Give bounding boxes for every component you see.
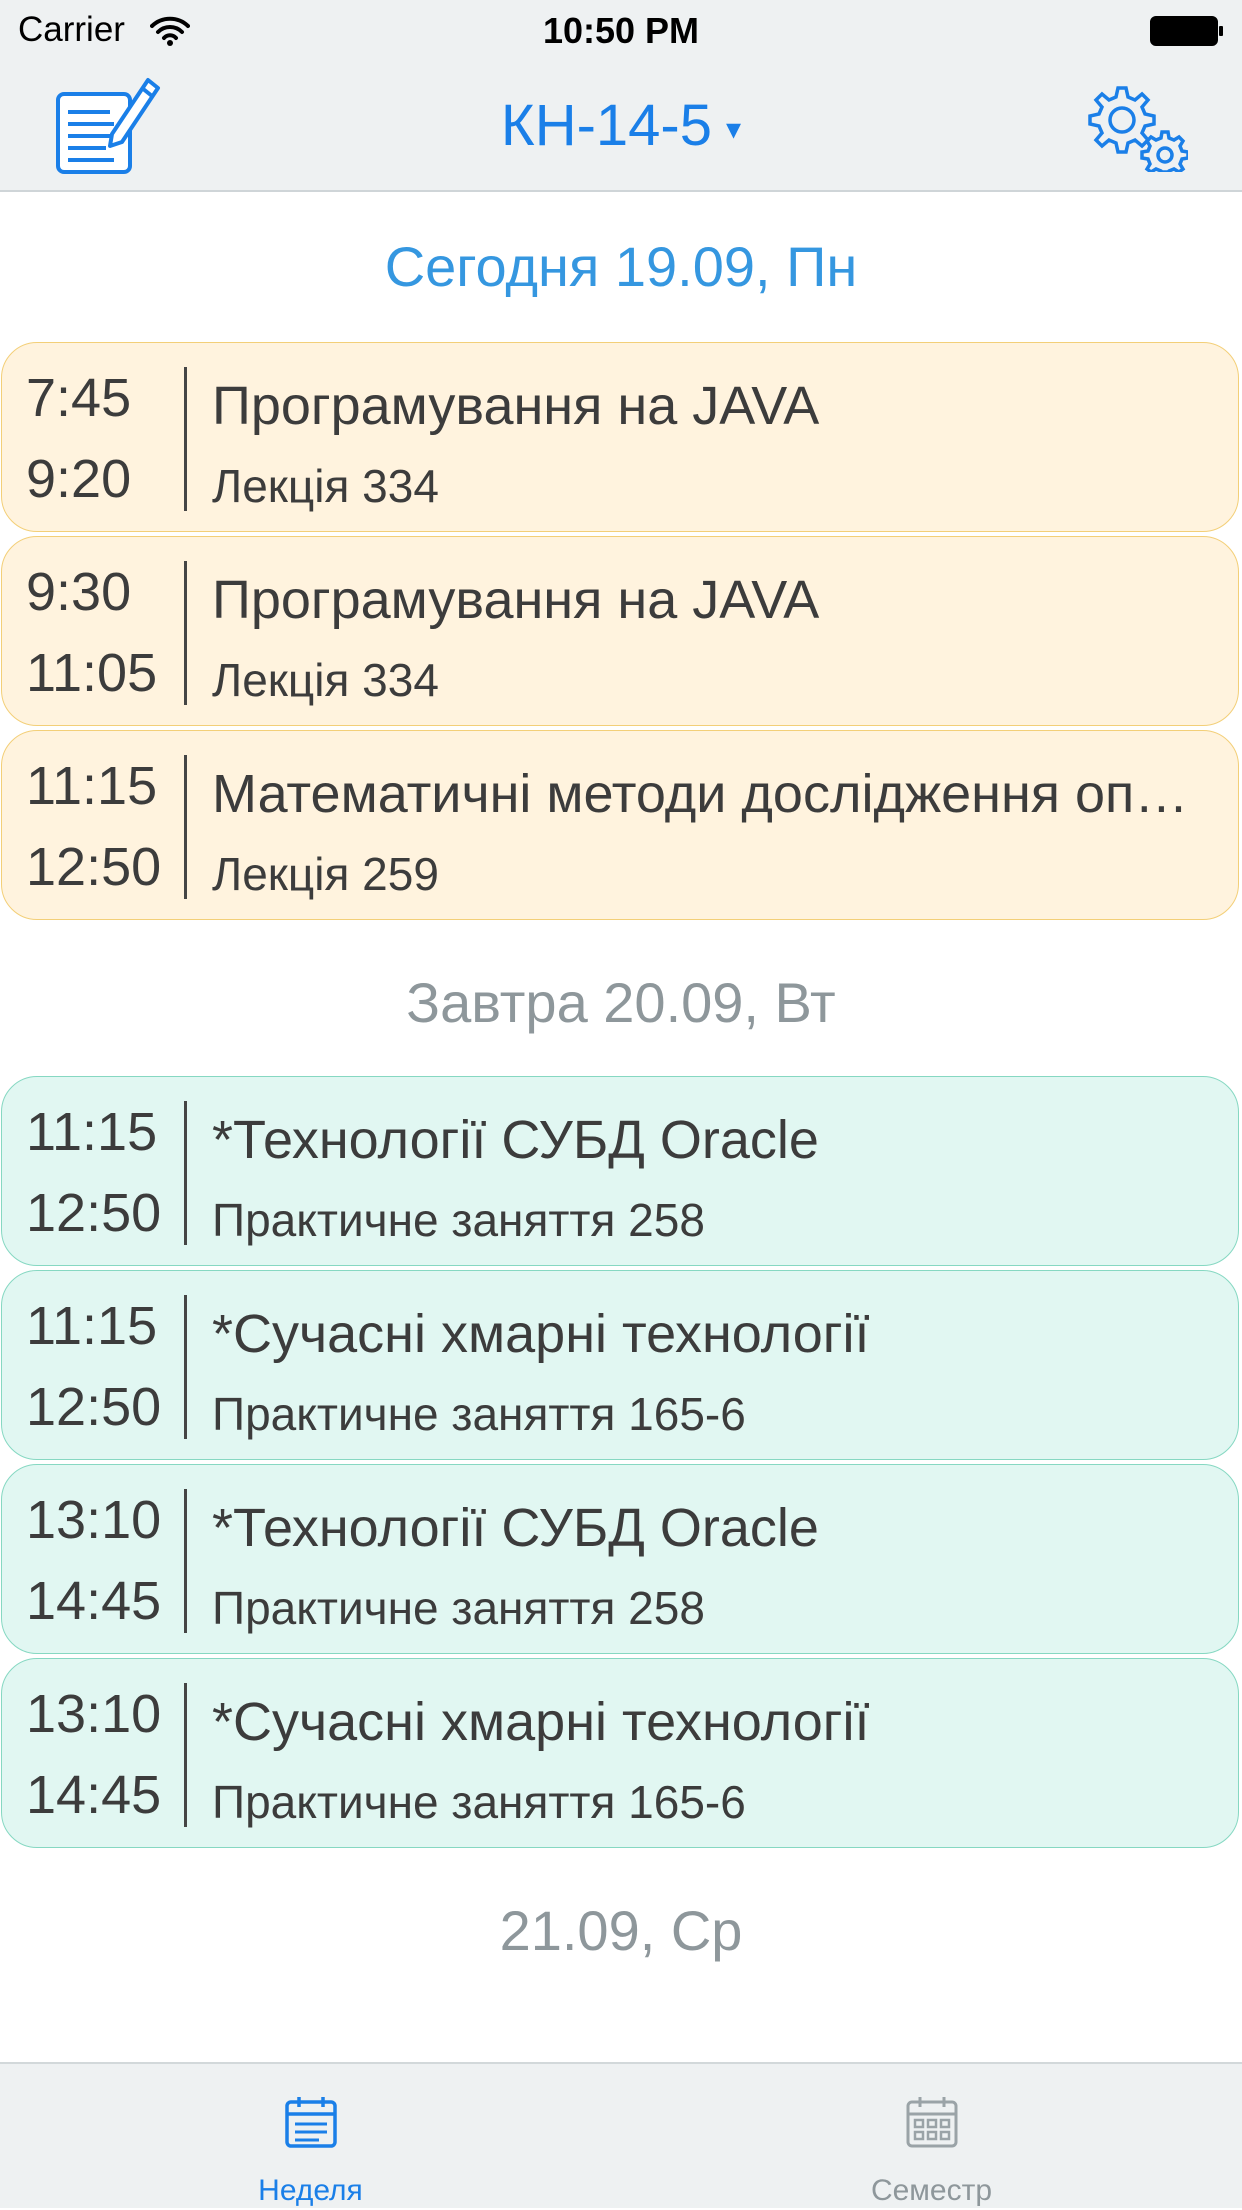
calendar-month-icon (906, 2097, 957, 2148)
tab-week[interactable]: Неделя (0, 2064, 621, 2210)
clock: 10:50 PM (542, 10, 700, 51)
lesson-start-time: 11:15 (26, 1102, 158, 1162)
lesson-subject: *Технології СУБД Oracle (212, 1110, 819, 1170)
schedule-list[interactable]: Сегодня 19.09, Пн 7:45 9:20 Програмуванн… (0, 192, 1242, 2062)
time-divider (184, 755, 187, 899)
lesson-end-time: 12:50 (26, 1377, 162, 1437)
time-divider (184, 1295, 187, 1439)
lesson-room: Практичне заняття 165-6 (212, 1388, 746, 1440)
lesson-start-time: 7:45 (26, 368, 132, 428)
tab-semester[interactable]: Семестр (621, 2064, 1242, 2210)
time-divider (184, 367, 187, 511)
tab-bar: Неделя Семестр (0, 2062, 1242, 2208)
lesson-subject: Програмування на JAVA (212, 376, 820, 436)
lesson-card[interactable]: 9:30 11:05 Програмування на JAVA Лекція … (1, 536, 1239, 726)
lesson-end-time: 11:05 (26, 643, 158, 703)
lesson-card[interactable]: 13:10 14:45 *Сучасні хмарні технології П… (1, 1658, 1239, 1848)
lesson-room: Лекція 259 (212, 848, 439, 900)
lesson-room: Практичне заняття 165-6 (212, 1776, 746, 1828)
navigation-bar: КН-14-5 ▾ (0, 62, 1242, 192)
lesson-subject: Математичні методи дослідження операцій (212, 764, 1212, 824)
lesson-end-time: 14:45 (26, 1765, 162, 1825)
calendar-week-icon (284, 2097, 337, 2148)
group-selector[interactable]: КН-14-5 ▾ (0, 92, 1242, 159)
day-header-today: Сегодня 19.09, Пн (384, 235, 858, 298)
lesson-subject: Програмування на JAVA (212, 570, 820, 630)
tab-week-label: Неделя (258, 2174, 363, 2207)
time-divider (184, 1101, 187, 1245)
lesson-end-time: 12:50 (26, 1183, 162, 1243)
lesson-start-time: 9:30 (26, 562, 132, 622)
lesson-subject: *Сучасні хмарні технології (212, 1304, 870, 1364)
day-header-wednesday: 21.09, Ср (499, 1899, 743, 1962)
status-bar: Carrier 10:50 PM (0, 0, 1242, 62)
lesson-start-time: 13:10 (26, 1684, 162, 1744)
day-header-tomorrow: Завтра 20.09, Вт (406, 971, 836, 1034)
lesson-start-time: 11:15 (26, 1296, 158, 1356)
lesson-subject: *Технології СУБД Oracle (212, 1498, 819, 1558)
caret-down-icon: ▾ (726, 113, 742, 147)
tab-semester-label: Семестр (870, 2174, 993, 2207)
lesson-end-time: 14:45 (26, 1571, 162, 1631)
lesson-start-time: 11:15 (26, 756, 158, 816)
group-title: КН-14-5 (500, 93, 712, 158)
lesson-card[interactable]: 11:15 12:50 *Технології СУБД Oracle Прак… (1, 1076, 1239, 1266)
time-divider (184, 1683, 187, 1827)
lesson-room: Лекція 334 (212, 460, 439, 512)
lesson-card[interactable]: 11:15 12:50 *Сучасні хмарні технології П… (1, 1270, 1239, 1460)
lesson-room: Лекція 334 (212, 654, 439, 706)
settings-gears-icon[interactable] (1084, 82, 1188, 172)
lesson-card[interactable]: 11:15 12:50 Математичні методи досліджен… (1, 730, 1239, 920)
lesson-card[interactable]: 13:10 14:45 *Технології СУБД Oracle Прак… (1, 1464, 1239, 1654)
lesson-card[interactable]: 7:45 9:20 Програмування на JAVA Лекція 3… (1, 342, 1239, 532)
time-divider (184, 1489, 187, 1633)
lesson-start-time: 13:10 (26, 1490, 162, 1550)
battery-icon (1150, 16, 1223, 46)
lesson-end-time: 9:20 (26, 449, 132, 509)
lesson-room: Практичне заняття 258 (212, 1582, 705, 1634)
lesson-end-time: 12:50 (26, 837, 162, 897)
time-divider (184, 561, 187, 705)
lesson-subject: *Сучасні хмарні технології (212, 1692, 870, 1752)
lesson-room: Практичне заняття 258 (212, 1194, 705, 1246)
